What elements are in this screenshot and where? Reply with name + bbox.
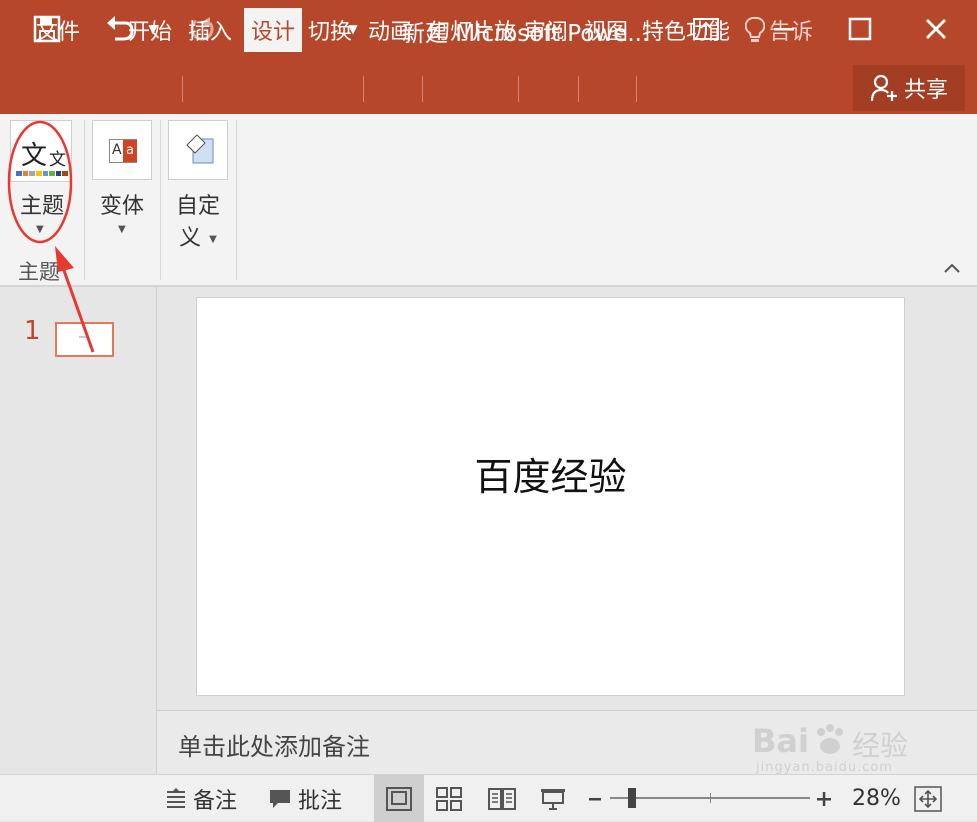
annotation-ellipse bbox=[7, 120, 73, 244]
annotation-arrow bbox=[59, 261, 95, 353]
annotation-arrow-head bbox=[55, 246, 74, 272]
annotation-overlay bbox=[7, 120, 95, 353]
